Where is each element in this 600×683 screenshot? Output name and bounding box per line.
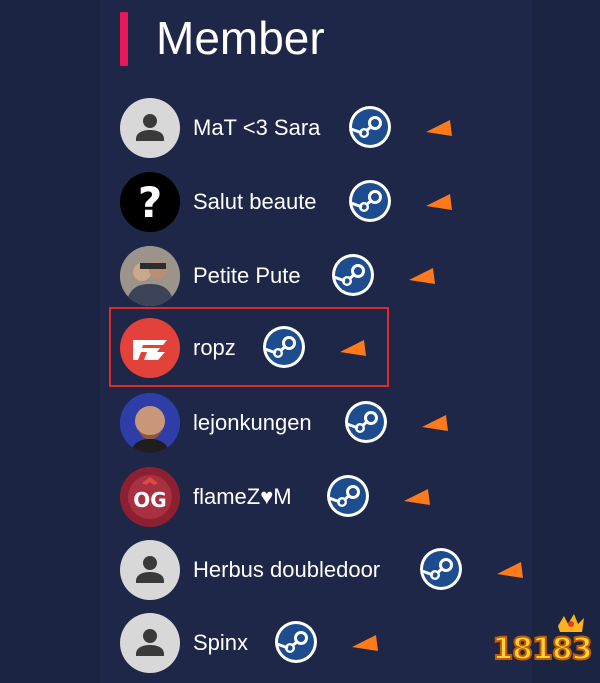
- orange-flag-icon[interactable]: [420, 411, 450, 433]
- orange-flag-icon[interactable]: [424, 116, 454, 138]
- steam-icon[interactable]: [419, 547, 463, 591]
- accent-bar: [120, 12, 128, 66]
- orange-flag-icon[interactable]: [350, 631, 380, 653]
- member-name[interactable]: Spinx: [193, 613, 248, 673]
- member-name[interactable]: Herbus doubledoor: [193, 540, 380, 600]
- default-person-icon: [120, 613, 180, 673]
- steam-icon[interactable]: [348, 105, 392, 149]
- member-name[interactable]: flameZ♥M: [193, 467, 292, 527]
- steam-icon[interactable]: [331, 253, 375, 297]
- svg-text:?: ?: [138, 178, 162, 227]
- default-person-icon: [120, 540, 180, 600]
- photo-avatar: [120, 246, 180, 306]
- watermark-logo: 18183: [490, 612, 594, 674]
- question-mark-icon: ?: [120, 172, 180, 232]
- orange-flag-icon[interactable]: [407, 264, 437, 286]
- photo-avatar: [120, 393, 180, 453]
- steam-icon[interactable]: [274, 620, 318, 664]
- highlight-box: [109, 307, 389, 387]
- steam-icon[interactable]: [326, 474, 370, 518]
- watermark-text: 18183: [491, 631, 593, 668]
- og-logo-icon: OG: [120, 467, 180, 527]
- member-name[interactable]: Petite Pute: [193, 246, 301, 306]
- steam-icon[interactable]: [344, 400, 388, 444]
- member-name[interactable]: Salut beaute: [193, 172, 317, 232]
- orange-flag-icon[interactable]: [495, 558, 525, 580]
- default-person-icon: [120, 98, 180, 158]
- orange-flag-icon[interactable]: [424, 190, 454, 212]
- svg-text:OG: OG: [133, 488, 166, 512]
- page-title: Member: [156, 12, 325, 64]
- member-name[interactable]: MaT <3 Sara: [193, 98, 320, 158]
- steam-icon[interactable]: [348, 179, 392, 223]
- orange-flag-icon[interactable]: [402, 485, 432, 507]
- member-name[interactable]: lejonkungen: [193, 393, 312, 453]
